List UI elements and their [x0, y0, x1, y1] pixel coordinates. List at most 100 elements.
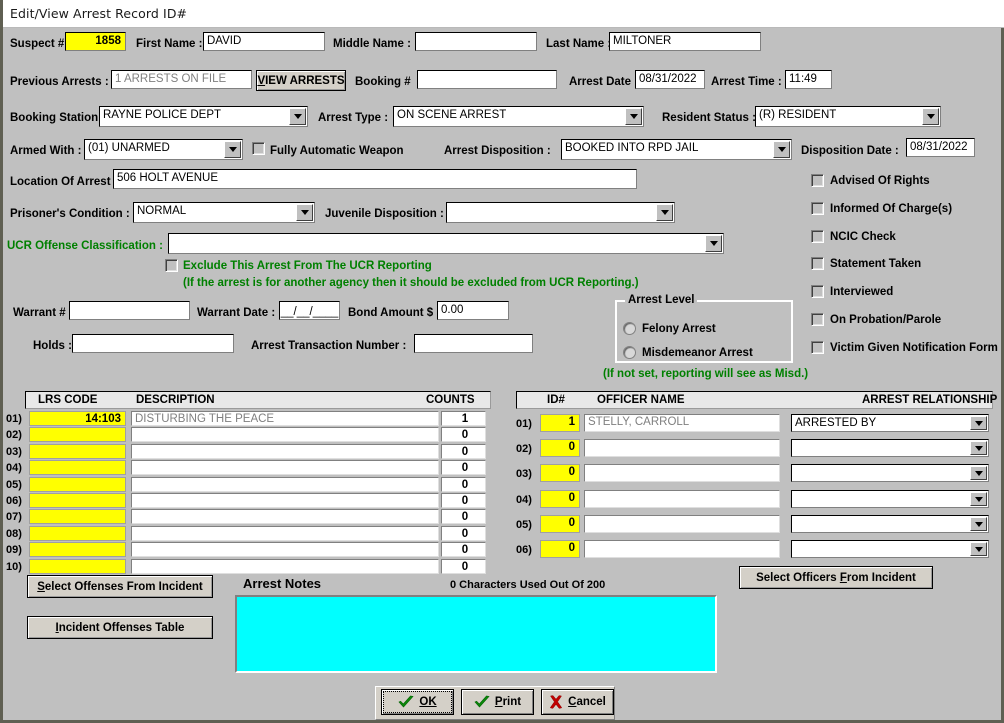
- officer-name-field[interactable]: [584, 464, 780, 482]
- officer-relationship-select[interactable]: [791, 464, 989, 482]
- on-probation-parole-checkbox[interactable]: [811, 313, 824, 326]
- booking-station-select[interactable]: RAYNE POLICE DEPT: [99, 106, 308, 127]
- officer-name-field[interactable]: [584, 490, 780, 508]
- arrest-transaction-number-field[interactable]: [414, 334, 533, 353]
- select-officers-from-incident-button[interactable]: Select Officers From Incident: [739, 566, 933, 589]
- officer-id-field[interactable]: 0: [540, 439, 580, 457]
- offense-description-field[interactable]: [131, 460, 439, 475]
- officer-relationship-select[interactable]: [791, 490, 989, 508]
- ncic-check-checkbox[interactable]: [811, 230, 824, 243]
- offense-counts-field[interactable]: 0: [441, 427, 486, 442]
- offense-code-field[interactable]: [29, 460, 126, 475]
- chevron-down-icon[interactable]: [656, 204, 673, 221]
- offense-code-field[interactable]: [29, 477, 126, 492]
- chevron-down-icon[interactable]: [289, 108, 306, 125]
- chevron-down-icon[interactable]: [625, 108, 642, 125]
- officer-id-field[interactable]: 0: [540, 540, 580, 558]
- exclude-from-ucr-checkbox[interactable]: [165, 259, 178, 272]
- last-name-field[interactable]: MILTONER: [609, 32, 761, 51]
- resident-status-select[interactable]: (R) RESIDENT: [755, 106, 941, 127]
- booking-number-field[interactable]: [417, 70, 557, 89]
- chevron-down-icon[interactable]: [970, 542, 987, 556]
- view-arrests-button[interactable]: VIEW ARRESTS: [256, 70, 346, 91]
- offense-description-field[interactable]: [131, 477, 439, 492]
- victim-notification-checkbox[interactable]: [811, 341, 824, 354]
- chevron-down-icon[interactable]: [970, 441, 987, 455]
- middle-name-field[interactable]: [415, 32, 537, 51]
- offense-counts-field[interactable]: 0: [441, 542, 486, 557]
- offense-counts-field[interactable]: 0: [441, 559, 486, 574]
- prisoners-condition-select[interactable]: NORMAL: [133, 202, 315, 223]
- juvenile-disposition-select[interactable]: [446, 202, 675, 223]
- chevron-down-icon[interactable]: [296, 204, 313, 221]
- offense-counts-field[interactable]: 0: [441, 477, 486, 492]
- interviewed-checkbox[interactable]: [811, 285, 824, 298]
- select-offenses-from-incident-button[interactable]: Select Offenses From Incident: [27, 575, 213, 598]
- print-button[interactable]: Print: [461, 689, 534, 715]
- officer-id-field[interactable]: 0: [540, 515, 580, 533]
- offense-description-field[interactable]: [131, 444, 439, 459]
- offense-description-field[interactable]: [131, 559, 439, 574]
- offense-code-field[interactable]: [29, 493, 126, 508]
- offense-code-field[interactable]: [29, 526, 126, 541]
- offense-code-field[interactable]: [29, 427, 126, 442]
- chevron-down-icon[interactable]: [922, 108, 939, 125]
- advised-of-rights-checkbox[interactable]: [811, 174, 824, 187]
- first-name-field[interactable]: DAVID: [203, 32, 325, 51]
- offense-code-field[interactable]: [29, 559, 126, 574]
- ucr-offense-classification-select[interactable]: [168, 233, 724, 254]
- location-of-arrest-field[interactable]: 506 HOLT AVENUE: [113, 169, 637, 189]
- officer-id-field[interactable]: 0: [540, 490, 580, 508]
- chevron-down-icon[interactable]: [773, 141, 790, 158]
- offense-description-field[interactable]: [131, 542, 439, 557]
- arrest-disposition-select[interactable]: BOOKED INTO RPD JAIL: [561, 139, 792, 160]
- offense-counts-field[interactable]: 0: [441, 444, 486, 459]
- officer-relationship-select[interactable]: ARRESTED BY: [791, 414, 989, 432]
- officer-name-field[interactable]: STELLY, CARROLL: [584, 414, 780, 432]
- offense-code-field[interactable]: [29, 509, 126, 524]
- felony-arrest-radio[interactable]: [623, 322, 636, 335]
- chevron-down-icon[interactable]: [224, 141, 241, 158]
- chevron-down-icon[interactable]: [970, 466, 987, 480]
- cancel-button[interactable]: Cancel: [541, 689, 614, 715]
- fully-automatic-weapon-checkbox[interactable]: [252, 142, 265, 155]
- misdemeanor-arrest-radio[interactable]: [623, 346, 636, 359]
- warrant-date-field[interactable]: __/__/____: [279, 301, 340, 320]
- suspect-number-field[interactable]: 1858: [65, 32, 126, 51]
- chevron-down-icon[interactable]: [970, 517, 987, 531]
- offense-counts-field[interactable]: 0: [441, 526, 486, 541]
- arrest-type-select[interactable]: ON SCENE ARREST: [393, 106, 644, 127]
- offense-code-field[interactable]: [29, 542, 126, 557]
- offense-counts-field[interactable]: 0: [441, 493, 486, 508]
- offense-counts-field[interactable]: 0: [441, 509, 486, 524]
- chevron-down-icon[interactable]: [705, 235, 722, 252]
- offense-description-field[interactable]: DISTURBING THE PEACE: [131, 411, 439, 426]
- officer-id-field[interactable]: 1: [540, 414, 580, 432]
- officer-relationship-select[interactable]: [791, 540, 989, 558]
- offense-description-field[interactable]: [131, 526, 439, 541]
- officer-id-field[interactable]: 0: [540, 464, 580, 482]
- offense-counts-field[interactable]: 0: [441, 460, 486, 475]
- officer-name-field[interactable]: [584, 439, 780, 457]
- offense-code-field[interactable]: 14:103: [29, 411, 126, 426]
- officer-name-field[interactable]: [584, 515, 780, 533]
- offense-code-field[interactable]: [29, 444, 126, 459]
- bond-amount-field[interactable]: 0.00: [437, 301, 509, 320]
- incident-offenses-table-button[interactable]: Incident Offenses Table: [27, 616, 213, 639]
- holds-field[interactable]: [72, 334, 234, 353]
- offense-counts-field[interactable]: 1: [441, 411, 486, 426]
- arrest-date-field[interactable]: 08/31/2022: [635, 70, 705, 89]
- disposition-date-field[interactable]: 08/31/2022: [906, 138, 975, 157]
- arrest-time-field[interactable]: 11:49: [785, 70, 832, 89]
- chevron-down-icon[interactable]: [970, 416, 987, 430]
- warrant-number-field[interactable]: [69, 301, 190, 320]
- offense-description-field[interactable]: [131, 509, 439, 524]
- arrest-notes-textarea[interactable]: [235, 595, 717, 673]
- ok-button[interactable]: OK: [381, 689, 454, 715]
- informed-of-charges-checkbox[interactable]: [811, 202, 824, 215]
- offense-description-field[interactable]: [131, 493, 439, 508]
- officer-name-field[interactable]: [584, 540, 780, 558]
- chevron-down-icon[interactable]: [970, 492, 987, 506]
- armed-with-select[interactable]: (01) UNARMED: [84, 139, 243, 160]
- officer-relationship-select[interactable]: [791, 515, 989, 533]
